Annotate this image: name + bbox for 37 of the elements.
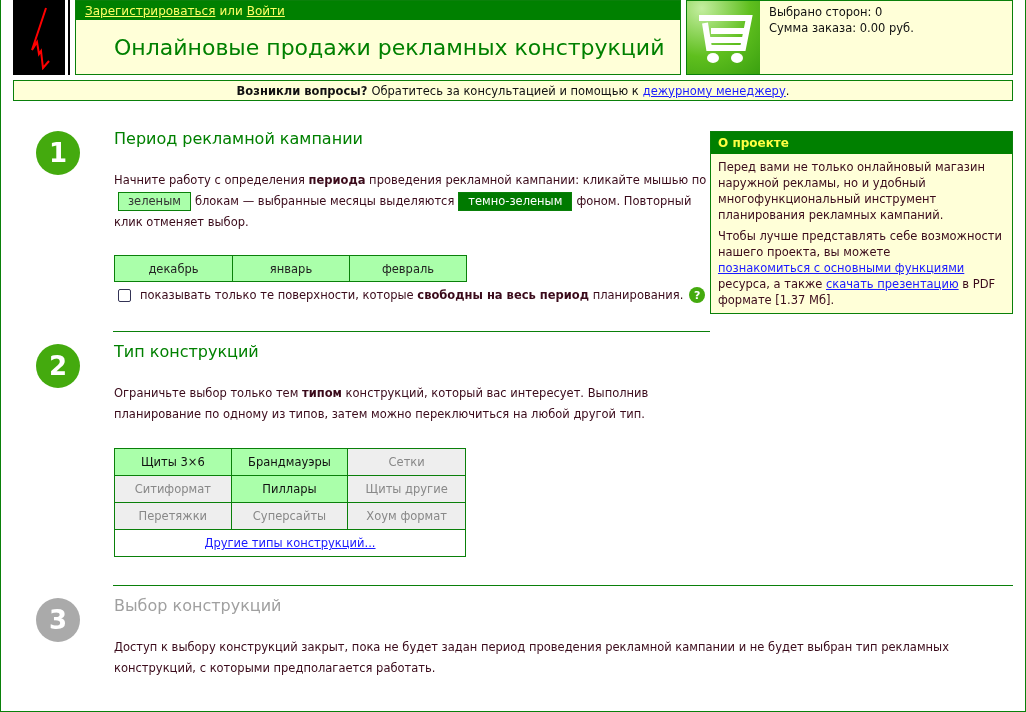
step-title: Выбор конструкций <box>114 596 283 615</box>
month-cell[interactable]: февраль <box>349 256 466 281</box>
more-types-link[interactable]: Другие типы конструкций... <box>204 536 376 550</box>
intro-text: Начните работу с определения периода проведения рекламной кампании: кликайте мышью по зеленым блокам — выбранные месяцы выделяются темно-зеленым фоном. Повторный клик отменяет выбор. <box>114 172 708 231</box>
logo[interactable] <box>13 0 68 75</box>
text-link[interactable]: скачать презентацию <box>826 277 959 291</box>
selected-sides-text: Выбрано сторон: 0 <box>769 5 884 19</box>
color-sample: зеленым <box>118 192 191 211</box>
register-link[interactable]: Зарегистрироваться <box>85 3 216 18</box>
text-link[interactable]: познакомиться с основными функциями <box>718 261 965 275</box>
or-text: или <box>219 3 243 18</box>
cart-icon[interactable] <box>687 1 760 74</box>
notice-period: . <box>785 83 790 98</box>
color-sample: темно-зеленым <box>458 192 573 211</box>
type-cell[interactable]: Щиты 3×6 <box>115 449 232 476</box>
checkbox-label: показывать только те поверхности, которые свободны на весь период планирования. <box>140 288 684 302</box>
order-sum-text: Сумма заказа: 0.00 руб. <box>769 21 914 35</box>
notice-lead: Возникли вопросы? <box>236 83 368 98</box>
about-title: О проекте <box>711 132 1012 154</box>
about-text: Чтобы лучше представлять себе возможности нашего проекта, вы можете познакомиться с основными функциями ресурса, а также скачать презентацию в PDF формате [1.37 Мб]. <box>718 228 1003 308</box>
step-number: 2 <box>36 344 80 388</box>
type-cell[interactable]: Брандмауэры <box>231 449 349 476</box>
step-title: Тип конструкций <box>114 342 260 361</box>
step-title: Период рекламной кампании <box>114 129 364 148</box>
about-text: Перед вами не только онлайновый магазин наружной рекламы, но и удобный многофункциональный инструмент планирования рекламных кампаний. <box>718 159 986 223</box>
login-link[interactable]: Войти <box>246 3 285 18</box>
intro-text: Ограничьте выбор только тем типом конструкций, который вас интересует. Выполнив планирование по одному из типов, затем можно переключиться на любой другой тип. <box>114 385 650 423</box>
intro-text: Доступ к выбору конструкций закрыт, пока не будет задан период проведения рекламной кампании и не будет выбран тип рекламных конструкций, с которыми предполагается работать. <box>114 639 950 677</box>
checkbox[interactable] <box>118 288 131 302</box>
month-cell[interactable]: январь <box>232 256 349 281</box>
manager-link[interactable]: дежурному менеджеру <box>642 83 786 98</box>
step-number: 3 <box>36 598 80 642</box>
step-number: 1 <box>36 131 80 175</box>
site-title: Онлайновые продажи рекламных конструкций <box>113 33 666 62</box>
type-cell[interactable]: Пиллары <box>231 476 349 503</box>
notice-text: Обратитесь за консультацией и помощью к <box>371 83 639 98</box>
month-cell[interactable]: декабрь <box>115 256 232 281</box>
